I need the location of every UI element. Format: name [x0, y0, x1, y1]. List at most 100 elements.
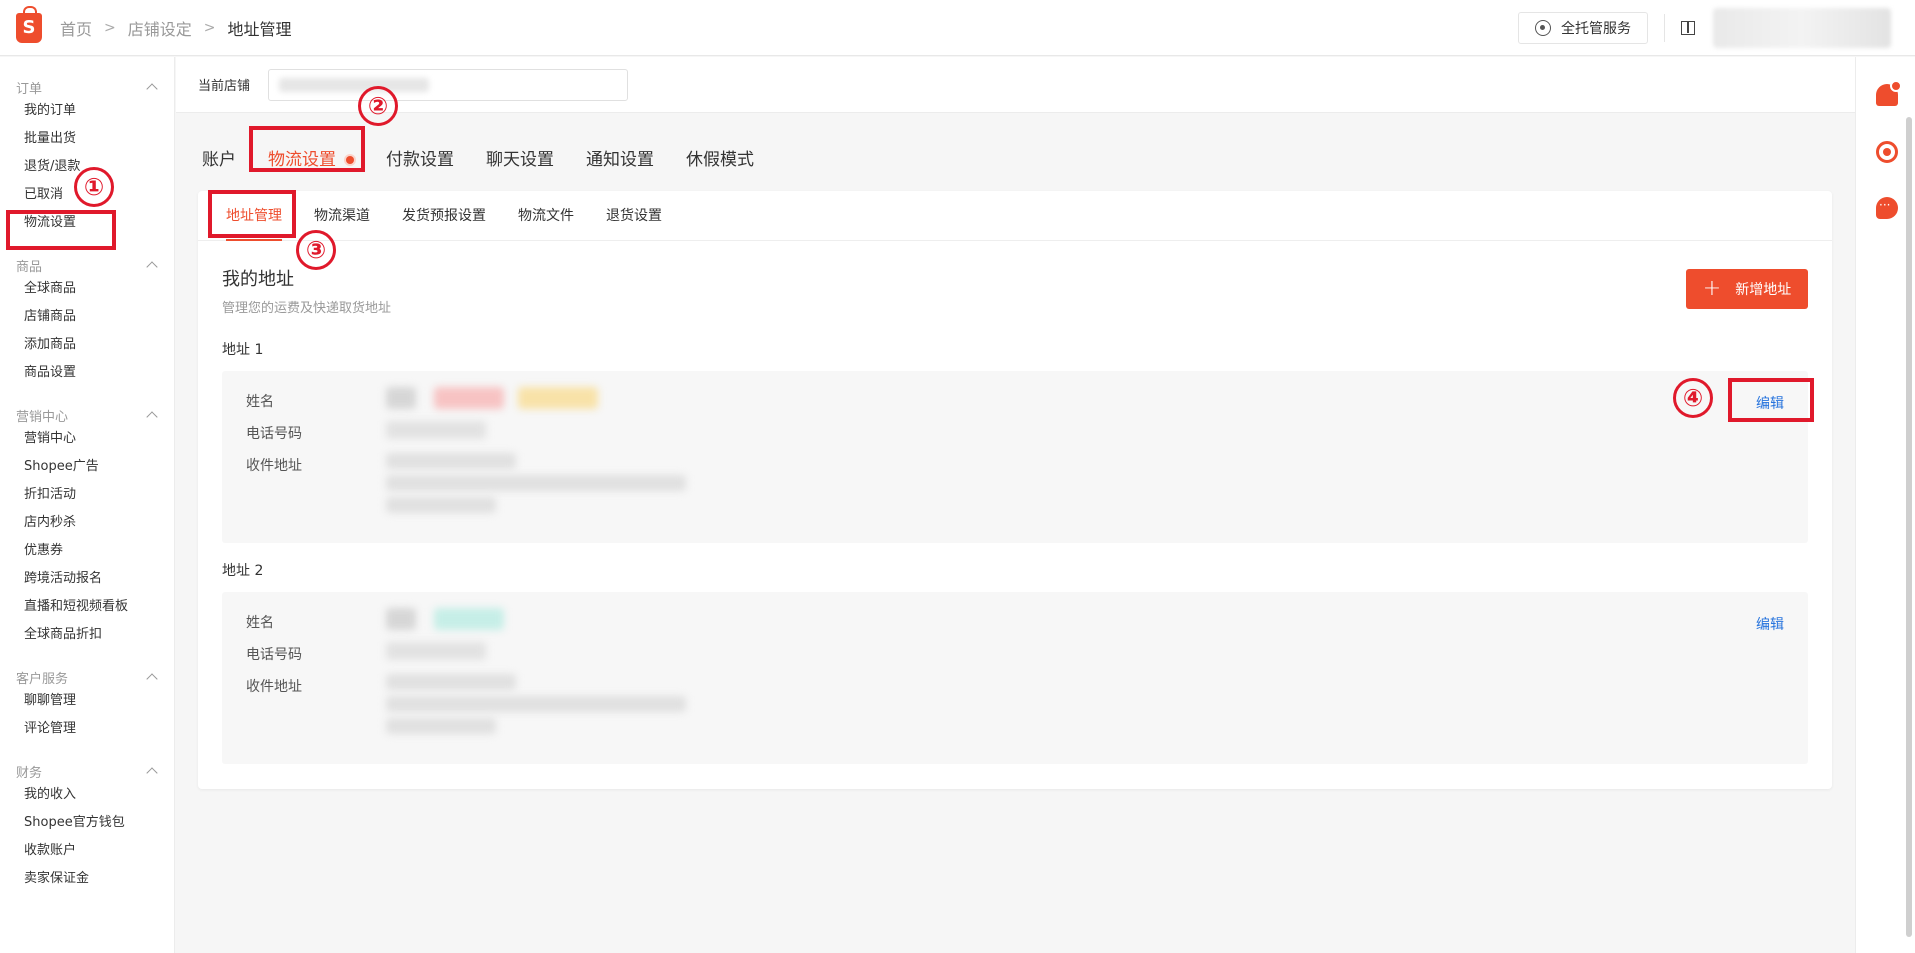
tab-payment[interactable]: 付款设置 [386, 145, 454, 170]
subtab-logistics-docs[interactable]: 物流文件 [518, 191, 574, 241]
chevron-up-icon [146, 411, 158, 423]
address-card: 地址管理 物流渠道 发货预报设置 物流文件 退货设置 我的地址 管理您的运费及快… [198, 191, 1832, 789]
shopee-logo-icon[interactable]: S [16, 5, 42, 43]
breadcrumb-store-settings[interactable]: 店铺设定 [128, 16, 192, 40]
store-name-blurred [279, 77, 430, 92]
annotation-box-3 [208, 190, 296, 238]
chevron-up-icon [146, 83, 158, 95]
bell-icon[interactable] [1876, 80, 1902, 106]
phone-blurred [386, 642, 486, 660]
sidebar-item-bulk-ship[interactable]: 批量出货 [0, 125, 174, 153]
name-label: 姓名 [246, 394, 274, 410]
address-label: 收件地址 [246, 458, 302, 474]
chat-icon[interactable] [1876, 197, 1898, 219]
sidebar-item-shopee-ads[interactable]: Shopee广告 [0, 453, 174, 481]
sidebar-item-live-video[interactable]: 直播和短视频看板 [0, 593, 174, 621]
logistics-subtabs: 地址管理 物流渠道 发货预报设置 物流文件 退货设置 [198, 191, 1832, 241]
sidebar-group-products: 商品 全球商品 店铺商品 添加商品 商品设置 [0, 255, 174, 387]
sidebar-group-header[interactable]: 商品 [0, 255, 174, 275]
sidebar-item-add-product[interactable]: 添加商品 [0, 331, 174, 359]
section-description: 管理您的运费及快递取货地址 [222, 301, 392, 316]
sidebar-item-global-discount[interactable]: 全球商品折扣 [0, 621, 174, 649]
annotation-number-1: ① [74, 167, 114, 207]
divider [1664, 14, 1665, 42]
sidebar-item-reviews[interactable]: 评论管理 [0, 715, 174, 743]
subtab-return-settings[interactable]: 退货设置 [606, 191, 662, 241]
edit-address-2-link[interactable]: 编辑 [1756, 614, 1784, 634]
breadcrumb-home[interactable]: 首页 [60, 16, 92, 40]
tag-blurred [518, 387, 598, 409]
annotation-number-4: ④ [1673, 378, 1713, 418]
tag-blurred [434, 608, 504, 630]
sidebar-item-flash-sale[interactable]: 店内秒杀 [0, 509, 174, 537]
sidebar-item-deposit[interactable]: 卖家保证金 [0, 865, 174, 893]
store-selector-row: 当前店铺 [176, 57, 1855, 113]
chevron-up-icon [146, 767, 158, 779]
sidebar-group-customer-service: 客户服务 聊聊管理 评论管理 [0, 667, 174, 743]
sidebar-item-discounts[interactable]: 折扣活动 [0, 481, 174, 509]
tab-notification[interactable]: 通知设置 [586, 145, 654, 170]
address-2-box: 姓名 电话号码 收件地址 编辑 [222, 592, 1808, 764]
annotation-box-4 [1728, 378, 1814, 422]
book-icon[interactable] [1681, 21, 1695, 35]
store-select[interactable] [268, 68, 629, 101]
chevron-up-icon [146, 673, 158, 685]
right-rail [1855, 57, 1915, 953]
chevron-right-icon: > [104, 19, 116, 36]
main-content: 当前店铺 账户 物流设置 付款设置 聊天设置 通知设置 休假模式 地址管理 物流… [176, 57, 1855, 953]
sidebar-item-global-products[interactable]: 全球商品 [0, 275, 174, 303]
tab-chat[interactable]: 聊天设置 [486, 145, 554, 170]
tab-vacation[interactable]: 休假模式 [686, 145, 754, 170]
tab-account[interactable]: 账户 [202, 145, 236, 170]
scrollbar[interactable] [1906, 117, 1912, 937]
name-label: 姓名 [246, 615, 274, 631]
sidebar-item-wallet[interactable]: Shopee官方钱包 [0, 809, 174, 837]
sidebar-item-my-orders[interactable]: 我的订单 [0, 97, 174, 125]
top-bar: S 首页 > 店铺设定 > 地址管理 全托管服务 [0, 0, 1915, 56]
address-blurred [386, 497, 496, 513]
sidebar-item-marketing-center[interactable]: 营销中心 [0, 425, 174, 453]
plus-icon: + [1702, 276, 1722, 301]
annotation-box-1 [6, 210, 116, 250]
section-title: 我的地址 [222, 269, 294, 290]
phone-blurred [386, 421, 486, 439]
full-service-label: 全托管服务 [1561, 21, 1631, 37]
service-icon [1535, 20, 1551, 36]
address-blurred [386, 453, 516, 469]
sidebar-item-cross-border-events[interactable]: 跨境活动报名 [0, 565, 174, 593]
store-label: 当前店铺 [198, 79, 251, 94]
add-address-button[interactable]: + 新增地址 [1686, 269, 1808, 309]
full-service-button[interactable]: 全托管服务 [1518, 12, 1648, 44]
phone-label: 电话号码 [246, 426, 302, 442]
annotation-box-2 [249, 126, 365, 172]
address-blurred [386, 696, 686, 712]
add-address-label: 新增地址 [1735, 282, 1792, 298]
subtab-shipment-forecast[interactable]: 发货预报设置 [402, 191, 486, 241]
sidebar-group-finance: 财务 我的收入 Shopee官方钱包 收款账户 卖家保证金 [0, 761, 174, 893]
sidebar-group-header[interactable]: 客户服务 [0, 667, 174, 687]
breadcrumb: 首页 > 店铺设定 > 地址管理 [60, 16, 292, 40]
annotation-number-2: ② [358, 86, 398, 126]
tag-blurred [434, 387, 504, 409]
address-label: 收件地址 [246, 679, 302, 695]
sidebar-group-header[interactable]: 财务 [0, 761, 174, 781]
account-menu[interactable] [1713, 8, 1891, 48]
sidebar-item-income[interactable]: 我的收入 [0, 781, 174, 809]
sidebar-item-product-settings[interactable]: 商品设置 [0, 359, 174, 387]
sidebar-group-header[interactable]: 营销中心 [0, 405, 174, 425]
support-icon[interactable] [1876, 141, 1898, 163]
sidebar-group-marketing: 营销中心 营销中心 Shopee广告 折扣活动 店内秒杀 优惠券 跨境活动报名 … [0, 405, 174, 649]
phone-label: 电话号码 [246, 647, 302, 663]
chevron-up-icon [146, 261, 158, 273]
chevron-right-icon: > [203, 19, 216, 36]
breadcrumb-current: 地址管理 [227, 19, 292, 39]
sidebar-group-header[interactable]: 订单 [0, 77, 174, 97]
address-blurred [386, 718, 496, 734]
name-blurred [386, 387, 416, 409]
sidebar-item-store-products[interactable]: 店铺商品 [0, 303, 174, 331]
sidebar-item-vouchers[interactable]: 优惠券 [0, 537, 174, 565]
sidebar-item-bank-account[interactable]: 收款账户 [0, 837, 174, 865]
address-blurred [386, 674, 516, 690]
sidebar-item-chat-management[interactable]: 聊聊管理 [0, 687, 174, 715]
address-1-heading: 地址 1 [222, 342, 264, 358]
